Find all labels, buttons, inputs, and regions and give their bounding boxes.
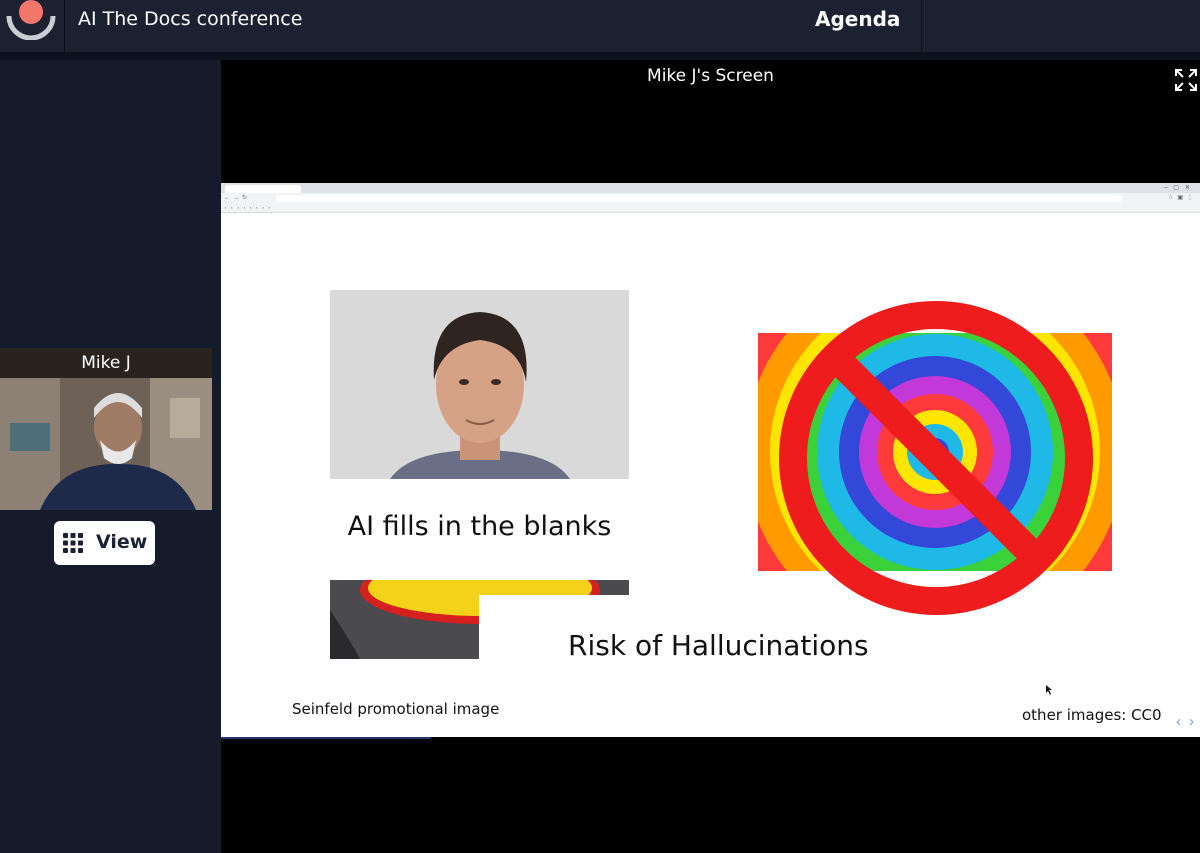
- browser-bookmarks-bar: ▪ ▪ ▪ ▪ ▪ ▪ ▪ ▪: [221, 204, 1200, 213]
- slide-heading-left: AI fills in the blanks: [347, 511, 612, 542]
- bookmark-item: ▪: [231, 206, 233, 210]
- progress-strip: [221, 737, 431, 739]
- presentation-slide: AI fills in the blanks Risk of Hallucina…: [221, 213, 1200, 737]
- bookmark-item: ▪: [249, 206, 252, 210]
- browser-tab-bar: –▢✕: [221, 183, 1200, 193]
- grid-icon: [63, 533, 83, 553]
- bookmark-item: ▪: [262, 206, 264, 210]
- conference-title: AI The Docs conference: [78, 8, 303, 30]
- slide-heading-right: Risk of Hallucinations: [568, 629, 869, 662]
- top-bar: AI The Docs conference Agenda: [0, 0, 1200, 53]
- portrait-image: [330, 290, 629, 479]
- browser-tab: [225, 185, 301, 193]
- topbar-divider: [64, 0, 65, 52]
- bookmark-item: ▪: [256, 206, 258, 210]
- participant-name: Mike J: [0, 348, 212, 378]
- bookmark-item: ▪: [243, 206, 245, 210]
- participants-sidebar: Mike J View: [0, 60, 221, 853]
- bookmark-item: ▪: [225, 206, 227, 210]
- slide-nav-arrows[interactable]: ‹›: [1176, 713, 1200, 730]
- participant-video: [0, 378, 212, 510]
- app-logo-icon[interactable]: [6, 0, 56, 40]
- bookmark-item: ▪: [268, 206, 270, 210]
- topbar-divider: [921, 0, 922, 52]
- screen-share-panel: Mike J's Screen –▢✕ ←→↻ ☆▣⋮ ▪ ▪ ▪ ▪ ▪ ▪ …: [221, 60, 1200, 853]
- window-controls: –▢✕: [1163, 185, 1196, 191]
- topbar-shadow: [0, 52, 1200, 60]
- shared-browser-window: –▢✕ ←→↻ ☆▣⋮ ▪ ▪ ▪ ▪ ▪ ▪ ▪ ▪ AI fills in …: [221, 183, 1200, 737]
- view-button-label: View: [96, 531, 148, 553]
- browser-extension-icons: ☆▣⋮: [1167, 195, 1197, 201]
- browser-address-bar: ←→↻ ☆▣⋮: [221, 193, 1200, 204]
- prohibited-icon: [779, 301, 1093, 615]
- browser-url-field: [276, 195, 1122, 202]
- screen-share-title: Mike J's Screen: [647, 66, 774, 86]
- view-button[interactable]: View: [54, 521, 155, 565]
- participant-tile[interactable]: Mike J: [0, 348, 212, 510]
- caption-right: other images: CC0: [1022, 706, 1162, 724]
- bookmark-item: ▪: [237, 206, 239, 210]
- caption-left: Seinfeld promotional image: [292, 700, 500, 718]
- mouse-cursor-icon: [1046, 685, 1052, 695]
- fullscreen-icon[interactable]: [1174, 68, 1198, 92]
- agenda-button[interactable]: Agenda: [815, 7, 900, 31]
- browser-nav-icons: ←→↻: [224, 195, 251, 201]
